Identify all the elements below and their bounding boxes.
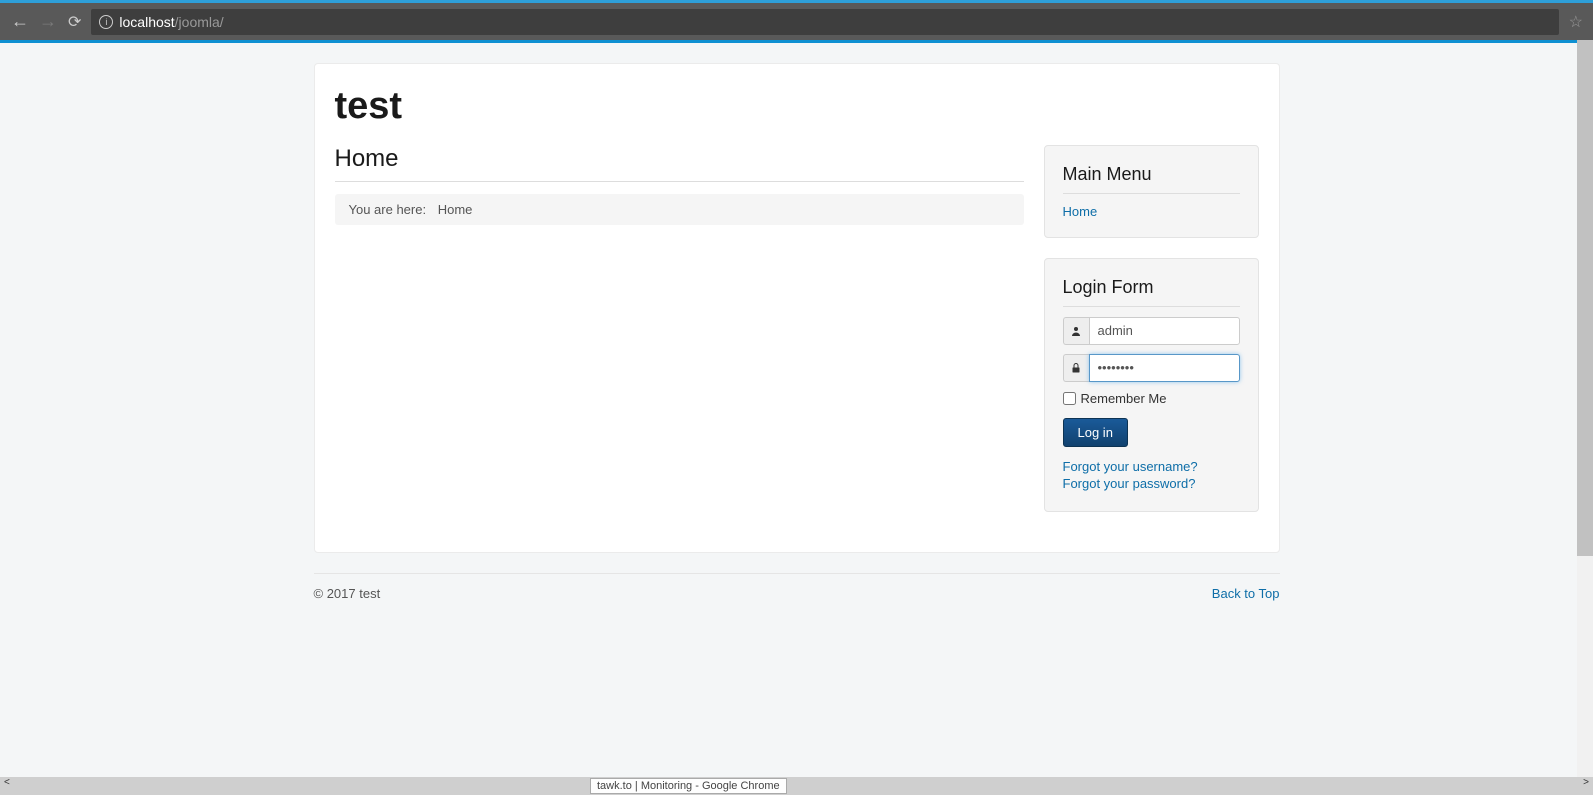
back-button[interactable]: ← — [10, 11, 30, 32]
username-input[interactable] — [1089, 317, 1240, 345]
url-path: /joomla/ — [175, 14, 224, 30]
status-bar: < tawk.to | Monitoring - Google Chrome > — [0, 777, 1593, 795]
main-menu-list: Home — [1063, 204, 1240, 219]
status-tooltip: tawk.to | Monitoring - Google Chrome — [590, 778, 787, 794]
breadcrumb: You are here: Home — [335, 194, 1024, 225]
remember-me-label: Remember Me — [1081, 391, 1167, 406]
login-form-module: Login Form Remember Me — [1044, 258, 1259, 512]
scrollbar-thumb[interactable] — [1577, 40, 1593, 556]
main-menu-home-link[interactable]: Home — [1063, 204, 1098, 219]
bookmark-star-icon[interactable]: ☆ — [1569, 12, 1583, 32]
breadcrumb-current: Home — [438, 202, 473, 217]
main-menu-title: Main Menu — [1063, 164, 1240, 194]
site-title: test — [335, 84, 1259, 130]
username-group — [1063, 317, 1240, 345]
remember-me-row[interactable]: Remember Me — [1063, 391, 1240, 406]
nav-arrows: ← → — [10, 11, 58, 32]
sidebar: Main Menu Home Login Form — [1044, 145, 1259, 532]
vertical-scrollbar[interactable] — [1577, 40, 1593, 777]
status-right-caret[interactable]: > — [1579, 777, 1593, 788]
url-host: localhost — [119, 14, 174, 30]
login-button[interactable]: Log in — [1063, 418, 1128, 447]
login-form-title: Login Form — [1063, 277, 1240, 307]
breadcrumb-label: You are here: — [349, 202, 427, 217]
status-left-caret[interactable]: < — [0, 777, 14, 788]
copyright: © 2017 test — [314, 586, 381, 601]
address-bar[interactable]: i localhost/joomla/ — [91, 9, 1558, 35]
footer-divider — [314, 573, 1280, 574]
page-heading: Home — [335, 145, 1024, 182]
page-accent — [0, 40, 1593, 43]
content-row: Home You are here: Home Main Menu Home L… — [335, 145, 1259, 532]
forgot-username-link[interactable]: Forgot your username? — [1063, 459, 1198, 474]
page-container: test Home You are here: Home Main Menu H… — [314, 63, 1280, 553]
lock-icon — [1063, 354, 1089, 382]
main-menu-module: Main Menu Home — [1044, 145, 1259, 238]
forgot-password-link[interactable]: Forgot your password? — [1063, 476, 1196, 491]
main-content: Home You are here: Home — [335, 145, 1024, 532]
password-group — [1063, 354, 1240, 382]
info-icon: i — [99, 15, 113, 29]
browser-toolbar: ← → ⟳ i localhost/joomla/ ☆ — [0, 0, 1593, 40]
forgot-links: Forgot your username? Forgot your passwo… — [1063, 459, 1240, 491]
forward-button[interactable]: → — [38, 11, 58, 32]
user-icon — [1063, 317, 1089, 345]
back-to-top-link[interactable]: Back to Top — [1212, 586, 1280, 601]
password-input[interactable] — [1089, 354, 1240, 382]
footer: © 2017 test Back to Top — [314, 586, 1280, 601]
reload-button[interactable]: ⟳ — [68, 12, 81, 32]
remember-me-checkbox[interactable] — [1063, 392, 1076, 405]
